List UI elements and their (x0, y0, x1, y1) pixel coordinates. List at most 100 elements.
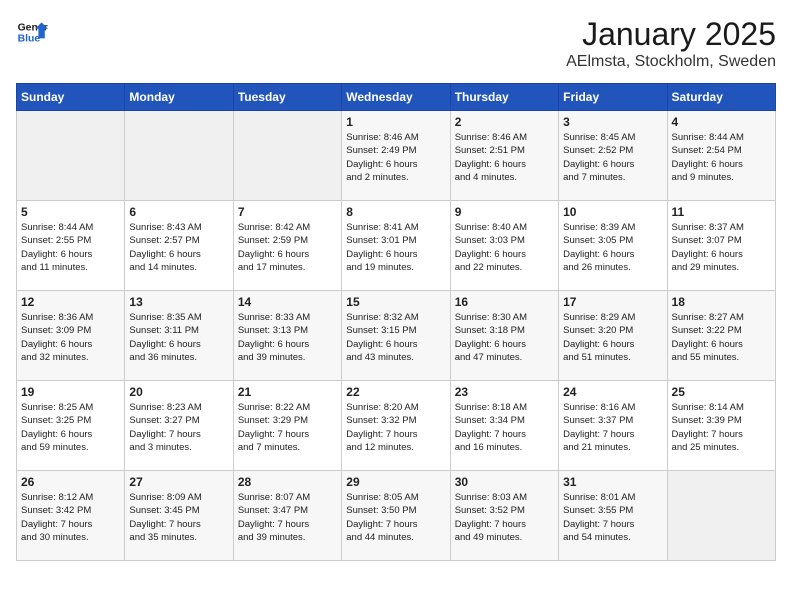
calendar-cell (233, 111, 341, 201)
col-header-thursday: Thursday (450, 84, 558, 111)
day-info: Sunrise: 8:39 AMSunset: 3:05 PMDaylight:… (563, 221, 662, 274)
day-info: Sunrise: 8:23 AMSunset: 3:27 PMDaylight:… (129, 401, 228, 454)
day-number: 4 (672, 115, 771, 129)
day-info: Sunrise: 8:18 AMSunset: 3:34 PMDaylight:… (455, 401, 554, 454)
day-number: 27 (129, 475, 228, 489)
day-number: 6 (129, 205, 228, 219)
calendar-subtitle: AElmsta, Stockholm, Sweden (566, 53, 776, 71)
calendar-title: January 2025 (566, 16, 776, 53)
calendar-cell: 8 Sunrise: 8:41 AMSunset: 3:01 PMDaylight… (342, 201, 450, 291)
day-number: 23 (455, 385, 554, 399)
day-number: 2 (455, 115, 554, 129)
calendar-cell: 12 Sunrise: 8:36 AMSunset: 3:09 PMDayligh… (17, 291, 125, 381)
col-header-sunday: Sunday (17, 84, 125, 111)
calendar-cell: 21 Sunrise: 8:22 AMSunset: 3:29 PMDayligh… (233, 381, 341, 471)
calendar-cell: 10 Sunrise: 8:39 AMSunset: 3:05 PMDayligh… (559, 201, 667, 291)
calendar-cell: 4 Sunrise: 8:44 AMSunset: 2:54 PMDaylight… (667, 111, 775, 201)
day-number: 1 (346, 115, 445, 129)
day-info: Sunrise: 8:01 AMSunset: 3:55 PMDaylight:… (563, 491, 662, 544)
calendar-cell: 14Sunrise: 8:33 AMSunset: 3:13 PMDayligh… (233, 291, 341, 381)
calendar-cell: 30 Sunrise: 8:03 AMSunset: 3:52 PMDayligh… (450, 471, 558, 561)
calendar-cell: 22 Sunrise: 8:20 AMSunset: 3:32 PMDayligh… (342, 381, 450, 471)
calendar-cell: 28Sunrise: 8:07 AMSunset: 3:47 PMDayligh… (233, 471, 341, 561)
day-info: Sunrise: 8:45 AMSunset: 2:52 PMDaylight:… (563, 131, 662, 184)
day-number: 24 (563, 385, 662, 399)
calendar-cell (17, 111, 125, 201)
day-number: 11 (672, 205, 771, 219)
calendar-cell: 24 Sunrise: 8:16 AMSunset: 3:37 PMDayligh… (559, 381, 667, 471)
day-info: Sunrise: 8:25 AMSunset: 3:25 PMDaylight:… (21, 401, 120, 454)
svg-text:Blue: Blue (18, 34, 41, 45)
day-info: Sunrise: 8:07 AMSunset: 3:47 PMDaylight:… (238, 491, 337, 544)
calendar-cell: 5Sunrise: 8:44 AMSunset: 2:55 PMDaylight… (17, 201, 125, 291)
day-number: 13 (129, 295, 228, 309)
day-info: Sunrise: 8:30 AMSunset: 3:18 PMDaylight:… (455, 311, 554, 364)
day-info: Sunrise: 8:20 AMSunset: 3:32 PMDaylight:… (346, 401, 445, 454)
day-number: 31 (563, 475, 662, 489)
day-number: 3 (563, 115, 662, 129)
day-info: Sunrise: 8:32 AMSunset: 3:15 PMDaylight:… (346, 311, 445, 364)
day-number: 10 (563, 205, 662, 219)
day-info: Sunrise: 8:46 AMSunset: 2:51 PMDaylight:… (455, 131, 554, 184)
day-info: Sunrise: 8:29 AMSunset: 3:20 PMDaylight:… (563, 311, 662, 364)
day-info: Sunrise: 8:16 AMSunset: 3:37 PMDaylight:… (563, 401, 662, 454)
day-number: 20 (129, 385, 228, 399)
day-info: Sunrise: 8:22 AMSunset: 3:29 PMDaylight:… (238, 401, 337, 454)
calendar-cell: 27 Sunrise: 8:09 AMSunset: 3:45 PMDayligh… (125, 471, 233, 561)
day-info: Sunrise: 8:40 AMSunset: 3:03 PMDaylight:… (455, 221, 554, 274)
calendar-cell: 1 Sunrise: 8:46 AMSunset: 2:49 PMDaylight… (342, 111, 450, 201)
day-number: 25 (672, 385, 771, 399)
day-info: Sunrise: 8:41 AMSunset: 3:01 PMDaylight:… (346, 221, 445, 274)
calendar-cell: 13Sunrise: 8:35 AMSunset: 3:11 PMDayligh… (125, 291, 233, 381)
day-info: Sunrise: 8:05 AMSunset: 3:50 PMDaylight:… (346, 491, 445, 544)
day-info: Sunrise: 8:12 AMSunset: 3:42 PMDaylight:… (21, 491, 120, 544)
day-number: 19 (21, 385, 120, 399)
calendar-cell: 7 Sunrise: 8:42 AMSunset: 2:59 PMDaylight… (233, 201, 341, 291)
calendar-cell (667, 471, 775, 561)
title-block: January 2025 AElmsta, Stockholm, Sweden (566, 16, 776, 71)
calendar-cell: 19 Sunrise: 8:25 AMSunset: 3:25 PMDayligh… (17, 381, 125, 471)
day-info: Sunrise: 8:37 AMSunset: 3:07 PMDaylight:… (672, 221, 771, 274)
col-header-monday: Monday (125, 84, 233, 111)
day-info: Sunrise: 8:46 AMSunset: 2:49 PMDaylight:… (346, 131, 445, 184)
calendar-cell: 23 Sunrise: 8:18 AMSunset: 3:34 PMDayligh… (450, 381, 558, 471)
day-info: Sunrise: 8:36 AMSunset: 3:09 PMDaylight:… (21, 311, 120, 364)
day-number: 16 (455, 295, 554, 309)
col-header-wednesday: Wednesday (342, 84, 450, 111)
day-info: Sunrise: 8:44 AMSunset: 2:54 PMDaylight:… (672, 131, 771, 184)
day-number: 26 (21, 475, 120, 489)
calendar-cell: 9 Sunrise: 8:40 AMSunset: 3:03 PMDaylight… (450, 201, 558, 291)
calendar-cell: 6Sunrise: 8:43 AMSunset: 2:57 PMDaylight… (125, 201, 233, 291)
calendar-cell: 26 Sunrise: 8:12 AMSunset: 3:42 PMDayligh… (17, 471, 125, 561)
day-number: 17 (563, 295, 662, 309)
logo: General Blue (16, 16, 48, 48)
day-info: Sunrise: 8:27 AMSunset: 3:22 PMDaylight:… (672, 311, 771, 364)
calendar-cell: 3 Sunrise: 8:45 AMSunset: 2:52 PMDaylight… (559, 111, 667, 201)
day-number: 8 (346, 205, 445, 219)
day-info: Sunrise: 8:09 AMSunset: 3:45 PMDaylight:… (129, 491, 228, 544)
day-number: 9 (455, 205, 554, 219)
calendar-cell: 18 Sunrise: 8:27 AMSunset: 3:22 PMDayligh… (667, 291, 775, 381)
day-number: 30 (455, 475, 554, 489)
calendar-cell: 2 Sunrise: 8:46 AMSunset: 2:51 PMDaylight… (450, 111, 558, 201)
calendar-cell: 16 Sunrise: 8:30 AMSunset: 3:18 PMDayligh… (450, 291, 558, 381)
day-info: Sunrise: 8:14 AMSunset: 3:39 PMDaylight:… (672, 401, 771, 454)
day-number: 12 (21, 295, 120, 309)
logo-icon: General Blue (16, 16, 48, 48)
day-number: 5 (21, 205, 120, 219)
calendar-cell: 25 Sunrise: 8:14 AMSunset: 3:39 PMDayligh… (667, 381, 775, 471)
day-number: 14 (238, 295, 337, 309)
day-number: 29 (346, 475, 445, 489)
day-number: 22 (346, 385, 445, 399)
calendar-cell (125, 111, 233, 201)
calendar-cell: 20 Sunrise: 8:23 AMSunset: 3:27 PMDayligh… (125, 381, 233, 471)
calendar-cell: 11 Sunrise: 8:37 AMSunset: 3:07 PMDayligh… (667, 201, 775, 291)
day-info: Sunrise: 8:03 AMSunset: 3:52 PMDaylight:… (455, 491, 554, 544)
day-info: Sunrise: 8:42 AMSunset: 2:59 PMDaylight:… (238, 221, 337, 274)
calendar-table: SundayMondayTuesdayWednesdayThursdayFrid… (16, 83, 776, 561)
col-header-saturday: Saturday (667, 84, 775, 111)
day-number: 7 (238, 205, 337, 219)
day-number: 18 (672, 295, 771, 309)
day-number: 21 (238, 385, 337, 399)
day-number: 15 (346, 295, 445, 309)
